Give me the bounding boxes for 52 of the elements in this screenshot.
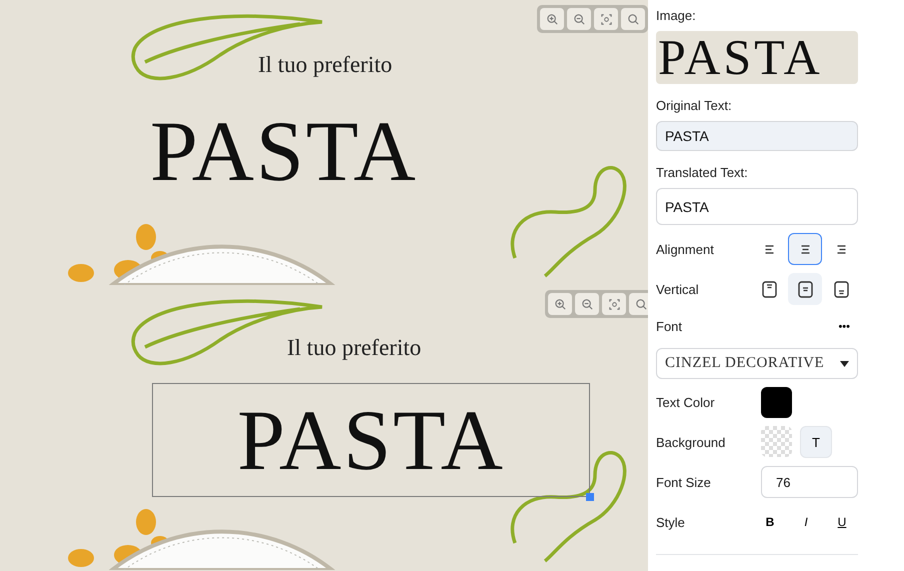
font-label: Font — [656, 319, 682, 334]
zoom-out-button[interactable] — [575, 293, 599, 315]
zoom-out-icon — [572, 12, 586, 26]
resize-handle[interactable] — [586, 493, 594, 501]
color-swatch[interactable] — [761, 387, 792, 418]
font-size-field[interactable]: 76 — [761, 466, 858, 498]
tagline-text: Il tuo preferito — [287, 335, 422, 361]
align-left-icon — [764, 244, 774, 254]
headline-text: PASTA — [150, 108, 418, 194]
zoom-in-icon — [554, 298, 566, 310]
valign-button[interactable] — [788, 273, 822, 305]
fit-screen-icon — [600, 12, 612, 26]
reset-zoom-button[interactable] — [621, 8, 645, 30]
more-button[interactable]: ••• — [830, 320, 858, 332]
text-color-label: Text Color — [656, 395, 715, 410]
translated-text-field[interactable]: PASTA — [656, 188, 858, 225]
original-text-field[interactable]: PASTA — [656, 121, 858, 151]
alignment-label: Alignment — [656, 242, 714, 256]
valign-middle-icon — [798, 280, 812, 298]
align-button[interactable] — [788, 233, 822, 265]
caret-icon — [840, 360, 849, 366]
fit-button[interactable] — [594, 8, 618, 30]
font-dropdown[interactable]: CINZEL DECORATIVE — [656, 348, 858, 379]
image-preview: PASTA — [656, 31, 858, 84]
zoom-in-button[interactable] — [540, 8, 564, 30]
transparent-button[interactable]: T — [800, 426, 832, 458]
valign-top-icon — [762, 280, 776, 298]
reset-zoom-button[interactable] — [629, 293, 648, 315]
original-text-label: Original Text: — [656, 98, 733, 113]
style-button[interactable]: B — [754, 510, 786, 534]
valign-bottom-icon — [834, 280, 848, 298]
translated-text-label: Translated Text: — [656, 165, 749, 180]
style-label: Style — [656, 514, 685, 530]
zoom-in-icon — [546, 12, 558, 26]
font-size-label: Font Size — [656, 474, 711, 490]
align-right-icon — [836, 244, 846, 254]
align-center-icon — [800, 244, 810, 254]
font-name: CINZEL DECORATIVE — [665, 355, 824, 372]
image-label: Image: — [656, 8, 697, 23]
tagline-text: Il tuo preferito — [258, 52, 392, 78]
background-label: Background — [656, 434, 726, 450]
zoom-out-icon — [580, 298, 594, 310]
vertical-label: Vertical — [656, 282, 699, 296]
zoom-in-button[interactable] — [548, 293, 572, 315]
style-button[interactable]: U — [826, 510, 858, 534]
style-button[interactable]: I — [790, 510, 822, 534]
zoom-out-button[interactable] — [567, 8, 591, 30]
search-icon — [634, 298, 648, 310]
search-icon — [626, 12, 640, 26]
headline-text: PASTA — [237, 397, 505, 483]
fit-screen-icon — [608, 298, 620, 310]
fit-button[interactable] — [602, 293, 626, 315]
